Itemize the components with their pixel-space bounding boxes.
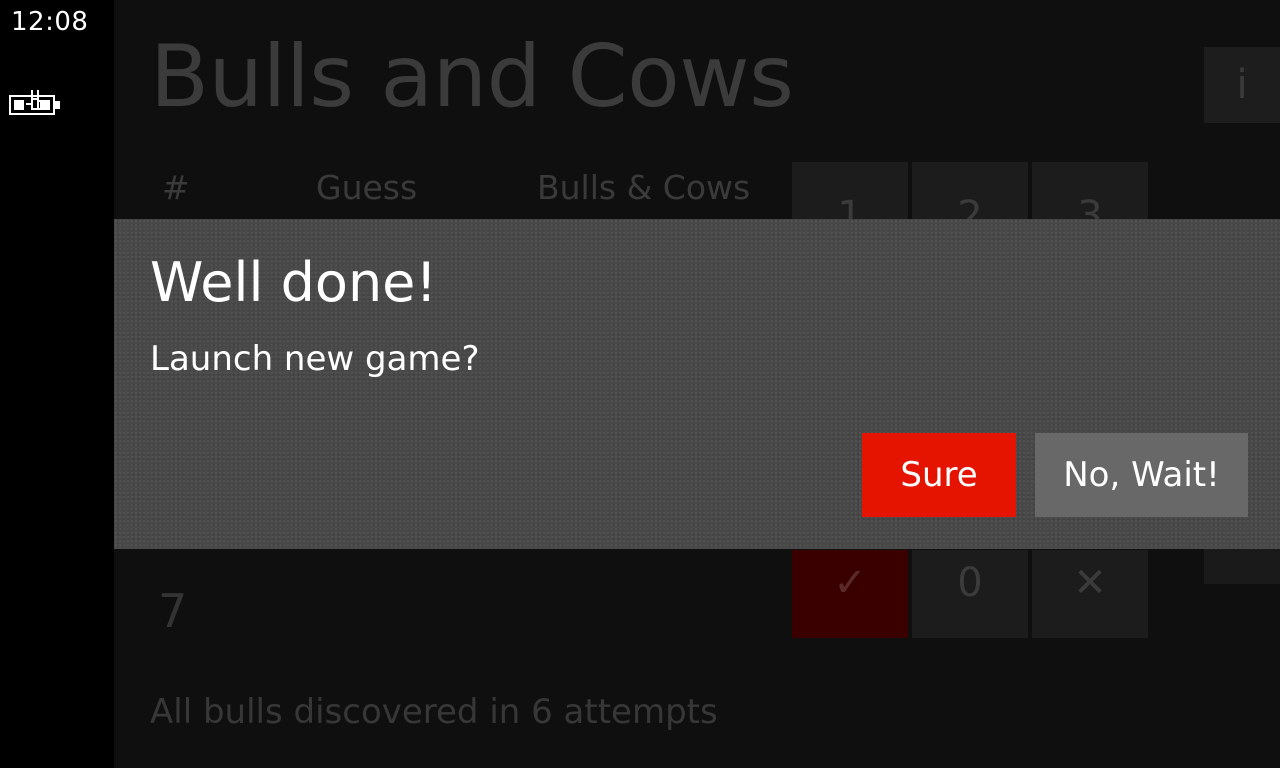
dialog-title: Well done!: [150, 251, 438, 314]
keypad-key-0[interactable]: 0: [912, 550, 1028, 638]
status-time: 12:08: [11, 7, 89, 37]
game-over-dialog: Well done! Launch new game? Sure No, Wai…: [114, 219, 1280, 549]
column-header-bulls-cows: Bulls & Cows: [537, 168, 751, 207]
summary-text: All bulls discovered in 6 attempts: [150, 692, 718, 732]
battery-charging-icon: [9, 90, 61, 122]
dialog-message: Launch new game?: [150, 339, 480, 379]
attempt-number: 7: [158, 584, 188, 638]
no-wait-button[interactable]: No, Wait!: [1035, 433, 1248, 517]
sure-button[interactable]: Sure: [862, 433, 1016, 517]
status-bar: 12:08: [0, 0, 114, 768]
phone-screen: 12:08 Bulls and Cows i # Guess Bulls & C…: [0, 0, 1280, 768]
column-header-guess: Guess: [316, 168, 418, 207]
keypad-clear-button[interactable]: ✕: [1032, 550, 1148, 638]
info-button[interactable]: i: [1204, 47, 1280, 123]
keypad-ok-button[interactable]: ✓: [792, 550, 908, 638]
column-header-number: #: [162, 168, 190, 207]
page-title: Bulls and Cows: [150, 27, 794, 127]
